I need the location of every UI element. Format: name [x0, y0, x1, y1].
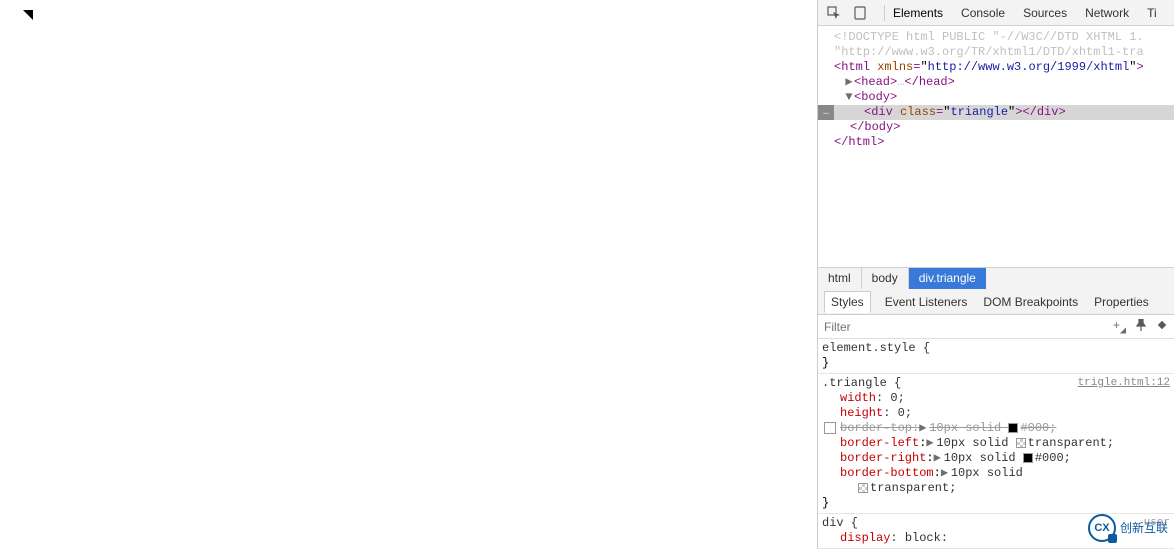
div-ua-rule[interactable]: user div { display: block: CX 创新互联: [818, 514, 1174, 549]
device-toggle-icon[interactable]: [852, 5, 868, 21]
div-attr-val: triangle: [950, 105, 1008, 119]
watermark-text: 创新互联: [1120, 521, 1168, 536]
styles-tab-properties[interactable]: Properties: [1092, 291, 1151, 313]
watermark: CX 创新互联: [1088, 514, 1168, 542]
breadcrumb: html body div.triangle: [818, 267, 1174, 289]
styles-filter-input[interactable]: [824, 320, 1113, 334]
crumb-html[interactable]: html: [818, 268, 861, 289]
html-close-line[interactable]: </html>: [818, 135, 1174, 150]
rule-close: }: [822, 356, 1170, 371]
div-close: </div>: [1022, 105, 1065, 119]
styles-tab-dom-bp[interactable]: DOM Breakpoints: [981, 291, 1080, 313]
prop-border-bottom-cont[interactable]: transparent;: [822, 481, 1170, 496]
color-swatch[interactable]: [1023, 453, 1033, 463]
styles-tabs: Styles Event Listeners DOM Breakpoints P…: [818, 289, 1174, 315]
body-close: </body>: [850, 120, 900, 134]
watermark-logo-icon: CX: [1088, 514, 1116, 542]
crumb-div-triangle[interactable]: div.triangle: [908, 268, 986, 289]
element-style-selector: element.style {: [822, 341, 1170, 356]
tab-console[interactable]: Console: [959, 2, 1007, 24]
prop-width[interactable]: width: 0;: [822, 391, 1170, 406]
styles-filter-row: +◢: [818, 315, 1174, 339]
prop-height[interactable]: height: 0;: [822, 406, 1170, 421]
crumb-body[interactable]: body: [861, 268, 908, 289]
pin-icon[interactable]: [1136, 319, 1146, 334]
devtools-panel: Elements Console Sources Network Ti <!DO…: [818, 0, 1174, 549]
toolbar-separator: [884, 5, 885, 21]
body-close-line[interactable]: </body>: [818, 120, 1174, 135]
triangle-shape: [13, 10, 33, 20]
styles-tab-listeners[interactable]: Event Listeners: [883, 291, 970, 313]
body-open-line[interactable]: ▼<body>: [818, 90, 1174, 105]
doctype-line-1[interactable]: <!DOCTYPE html PUBLIC "-//W3C//DTD XHTML…: [818, 30, 1174, 45]
div-tagname: div: [871, 105, 893, 119]
html-tagname: html: [841, 60, 870, 74]
div-triangle-line[interactable]: <div class="triangle"></div>: [818, 105, 1174, 120]
html-close: </html>: [834, 135, 884, 149]
hov-icon[interactable]: [1156, 319, 1168, 334]
element-style-rule[interactable]: element.style { }: [818, 339, 1174, 374]
html-attr-val: http://www.w3.org/1999/xhtml: [928, 60, 1130, 74]
rule-close: }: [822, 496, 1170, 511]
source-link[interactable]: trigle.html:12: [1078, 376, 1170, 391]
inspect-icon[interactable]: [826, 5, 842, 21]
add-rule-icon[interactable]: +◢: [1113, 318, 1126, 334]
tab-sources[interactable]: Sources: [1021, 2, 1069, 24]
color-swatch[interactable]: [1016, 438, 1026, 448]
prop-border-top[interactable]: border-top:▶10px solid #000;: [822, 421, 1170, 436]
tab-network[interactable]: Network: [1083, 2, 1131, 24]
doctype-line-2[interactable]: "http://www.w3.org/TR/xhtml1/DTD/xhtml1-…: [818, 45, 1174, 60]
styles-pane[interactable]: element.style { } trigle.html:12 .triang…: [818, 339, 1174, 549]
head-open: <head>: [854, 75, 897, 89]
expander-icon[interactable]: ▶: [844, 75, 854, 90]
head-close: </head>: [904, 75, 954, 89]
html-attr-name: xmlns: [877, 60, 913, 74]
tab-elements[interactable]: Elements: [891, 2, 945, 24]
head-line[interactable]: ▶<head>…</head>: [818, 75, 1174, 90]
dom-tree[interactable]: <!DOCTYPE html PUBLIC "-//W3C//DTD XHTML…: [818, 26, 1174, 267]
prop-border-right[interactable]: border-right:▶10px solid #000;: [822, 451, 1170, 466]
prop-border-bottom[interactable]: border-bottom:▶10px solid: [822, 466, 1170, 481]
color-swatch[interactable]: [858, 483, 868, 493]
devtools-tabs: Elements Console Sources Network Ti: [891, 2, 1159, 24]
body-open: <body>: [854, 90, 897, 104]
property-checkbox[interactable]: [824, 422, 836, 434]
tab-more[interactable]: Ti: [1145, 2, 1159, 24]
devtools-toolbar: Elements Console Sources Network Ti: [818, 0, 1174, 26]
styles-tab-styles[interactable]: Styles: [824, 291, 871, 313]
expander-icon[interactable]: ▼: [844, 90, 854, 105]
triangle-rule[interactable]: trigle.html:12 .triangle { width: 0; hei…: [818, 374, 1174, 514]
page-viewport: [0, 0, 818, 549]
html-open[interactable]: <html xmlns="http://www.w3.org/1999/xhtm…: [818, 60, 1174, 75]
color-swatch[interactable]: [1008, 423, 1018, 433]
div-attr-name: class: [900, 105, 936, 119]
prop-border-left[interactable]: border-left:▶10px solid transparent;: [822, 436, 1170, 451]
